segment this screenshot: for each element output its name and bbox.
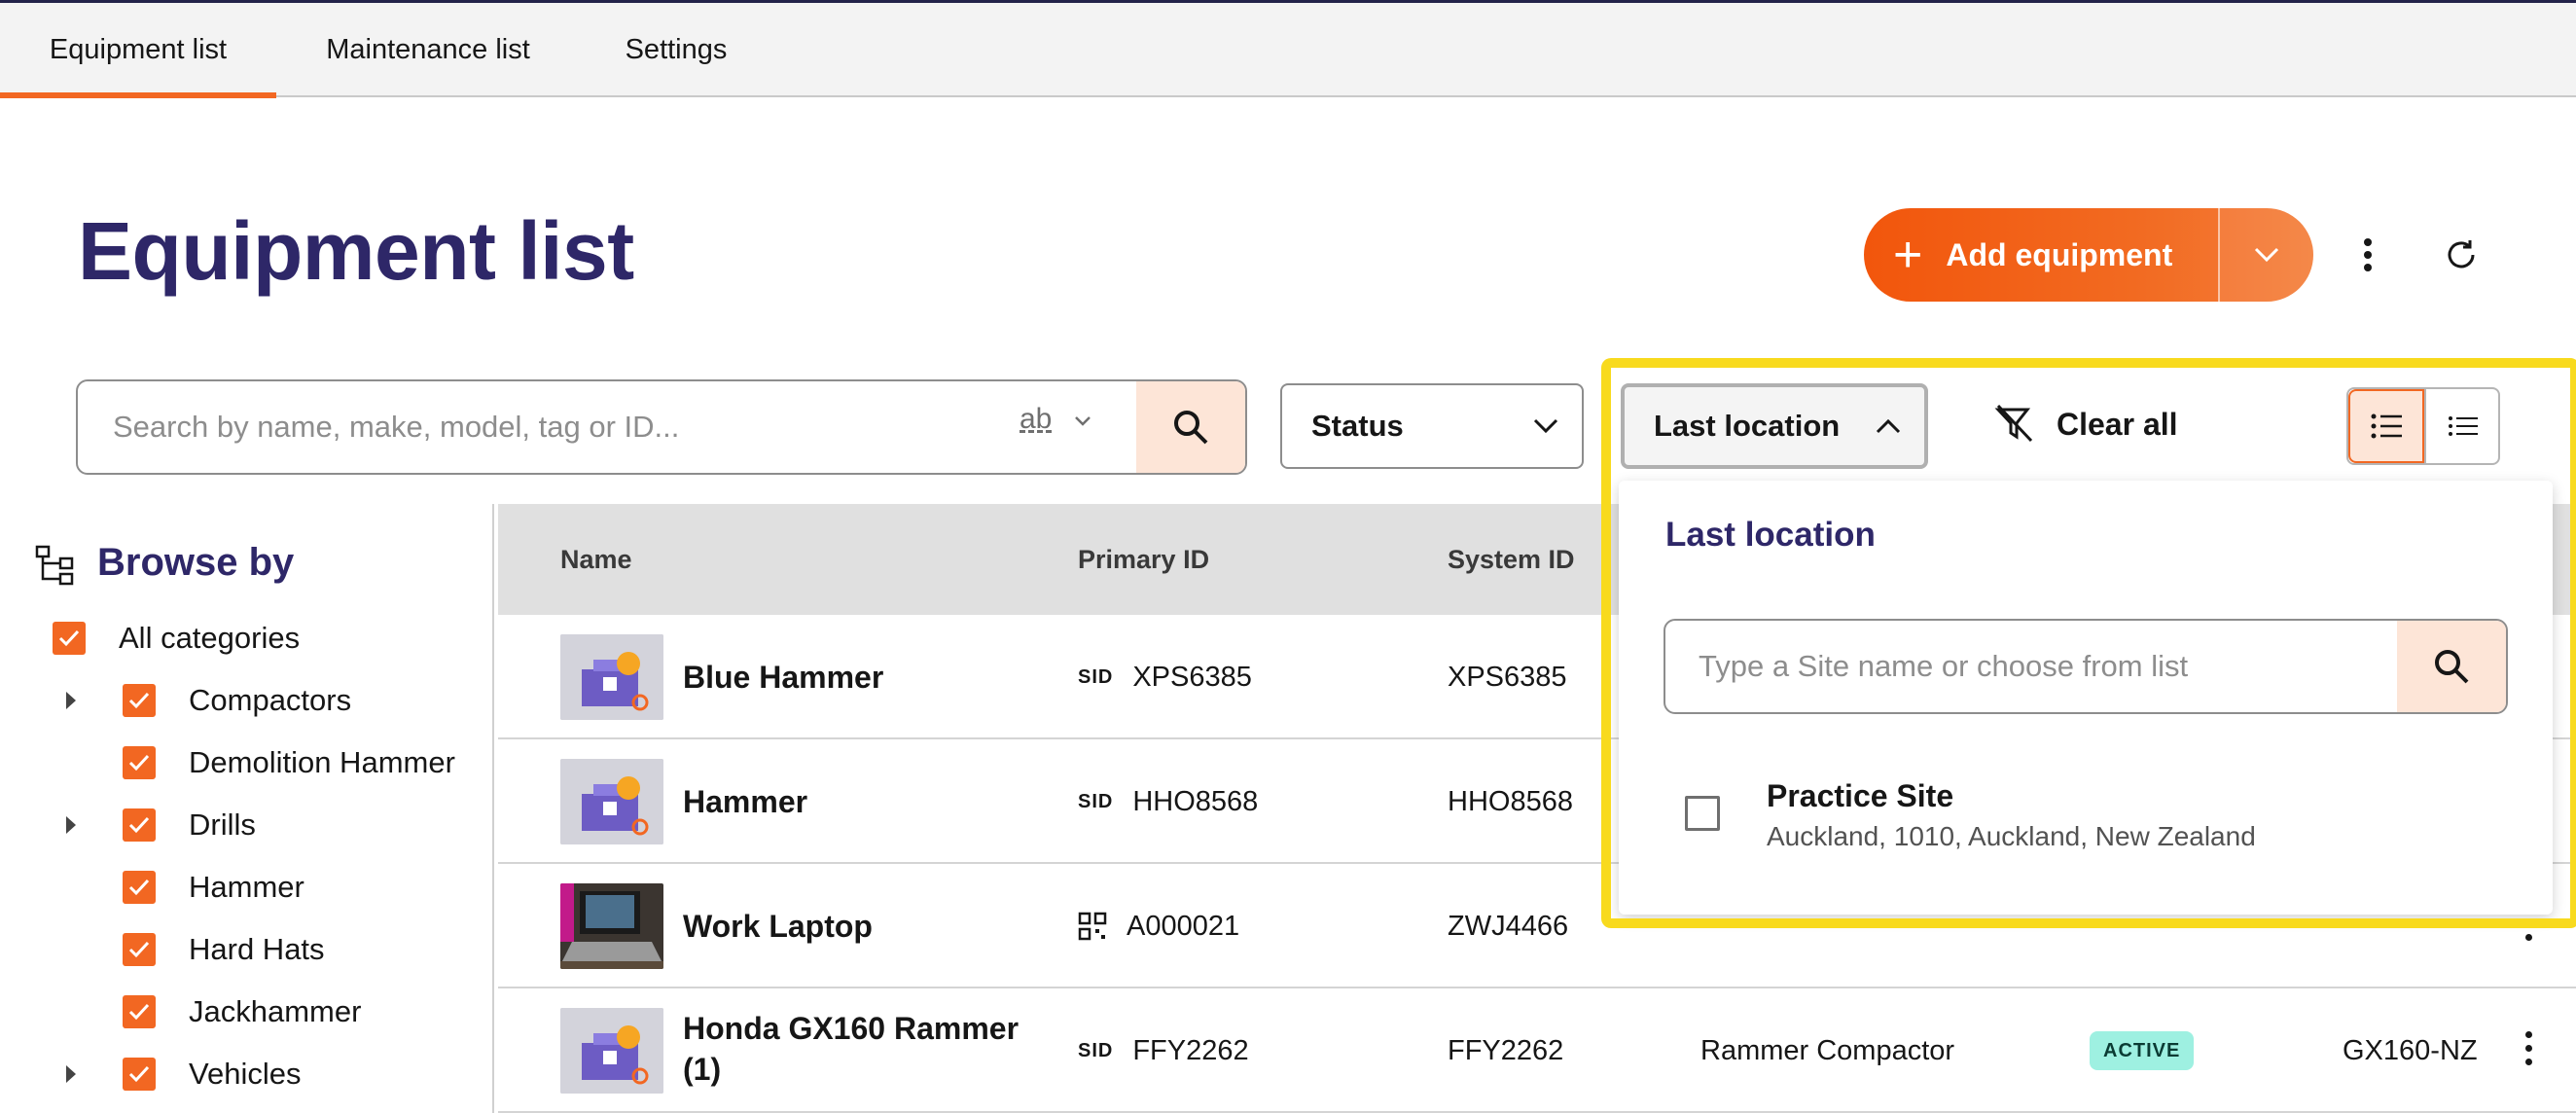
- search-input[interactable]: Search by name, make, model, tag or ID..…: [113, 381, 679, 473]
- more-options-button[interactable]: [2348, 228, 2387, 282]
- primary-id: SID FFY2262: [1078, 988, 1249, 1113]
- category-drills[interactable]: Drills: [123, 806, 256, 844]
- plus-icon: +: [1893, 227, 1923, 283]
- category-hammer[interactable]: Hammer: [123, 868, 304, 907]
- expand-icon[interactable]: [66, 692, 76, 709]
- equipment-placeholder-image: [560, 634, 663, 720]
- search-button[interactable]: [1136, 381, 1245, 473]
- expand-icon[interactable]: [66, 816, 76, 834]
- system-id: FFY2262: [1448, 1035, 1564, 1066]
- primary-id: SID XPS6385: [1078, 615, 1252, 739]
- column-header-system-id[interactable]: System ID: [1448, 504, 1575, 615]
- laptop-photo: [560, 883, 663, 969]
- checkbox-checked-icon: [123, 995, 156, 1028]
- tab-settings[interactable]: Settings: [593, 3, 759, 98]
- table-row[interactable]: Honda GX160 Rammer (1) SID FFY2262 FFY226…: [498, 988, 2576, 1113]
- qr-code-icon: [1078, 912, 1107, 941]
- primary-id-value: FFY2262: [1132, 1035, 1249, 1066]
- sid-icon: SID: [1078, 1040, 1114, 1061]
- primary-id: A000021: [1078, 864, 1239, 988]
- add-equipment-button[interactable]: + Add equipment: [1864, 208, 2218, 302]
- system-id: XPS6385: [1448, 662, 1567, 693]
- primary-id-value: A000021: [1127, 911, 1240, 942]
- category-compactors[interactable]: Compactors: [123, 681, 351, 720]
- category-label: Hammer: [189, 870, 304, 904]
- system-id: HHO8568: [1448, 786, 1573, 817]
- category-vehicles[interactable]: Vehicles: [123, 1055, 301, 1094]
- status-badge: ACTIVE: [2090, 1031, 2195, 1070]
- equipment-name-line2: (1): [683, 1052, 722, 1087]
- equipment-name[interactable]: Honda GX160 Rammer (1): [683, 1008, 1019, 1090]
- tab-maintenance-list[interactable]: Maintenance list: [292, 3, 564, 98]
- column-header-primary-id[interactable]: Primary ID: [1078, 504, 1209, 615]
- category-label: Jackhammer: [189, 994, 362, 1028]
- top-nav: Equipment list Maintenance list Settings: [0, 0, 2576, 98]
- chevron-down-icon: [1075, 416, 1091, 426]
- category-hard-hats[interactable]: Hard Hats: [123, 930, 325, 969]
- primary-id-value: XPS6385: [1132, 662, 1252, 693]
- equipment-name[interactable]: Blue Hammer: [683, 657, 883, 698]
- expand-icon[interactable]: [66, 1065, 76, 1083]
- category-label: Hard Hats: [189, 932, 325, 966]
- sid-icon: SID: [1078, 666, 1114, 688]
- category-label: Drills: [189, 808, 256, 842]
- category-demolition-hammer[interactable]: Demolition Hammer: [123, 743, 455, 782]
- tab-equipment-list[interactable]: Equipment list: [0, 3, 276, 98]
- page-title: Equipment list: [78, 205, 634, 297]
- equipment-placeholder-image: [560, 759, 663, 844]
- column-header-name[interactable]: Name: [560, 504, 632, 615]
- highlight-box: [1601, 358, 2576, 928]
- checkbox-checked-icon: [123, 808, 156, 842]
- refresh-icon: [2448, 240, 2475, 269]
- add-options-button[interactable]: [2218, 208, 2313, 302]
- search-field: Search by name, make, model, tag or ID..…: [76, 379, 1247, 475]
- browse-by-title: Browse by: [97, 541, 295, 584]
- category-label: Demolition Hammer: [189, 745, 455, 779]
- hierarchy-icon: [35, 545, 74, 586]
- add-equipment-button-group: + Add equipment: [1864, 208, 2313, 302]
- checkbox-checked-icon: [53, 622, 86, 655]
- row-menu-icon[interactable]: [2525, 1031, 2535, 1072]
- chevron-down-icon: [2254, 247, 2279, 263]
- category-label: Vehicles: [189, 1057, 302, 1091]
- checkbox-checked-icon: [123, 746, 156, 779]
- sid-icon: SID: [1078, 791, 1114, 812]
- refresh-button[interactable]: [2440, 232, 2483, 278]
- primary-id-value: HHO8568: [1132, 786, 1259, 817]
- category-label: Compactors: [189, 683, 352, 717]
- checkbox-checked-icon: [123, 933, 156, 966]
- status-filter-label: Status: [1311, 409, 1404, 443]
- category-jackhammer[interactable]: Jackhammer: [123, 992, 361, 1031]
- status-filter[interactable]: Status: [1280, 383, 1584, 469]
- chevron-down-icon: [1533, 418, 1558, 434]
- equipment-placeholder-image: [560, 1008, 663, 1094]
- checkbox-checked-icon: [123, 684, 156, 717]
- checkbox-checked-icon: [123, 871, 156, 904]
- category-cell: Rammer Compactor: [1700, 1035, 1955, 1066]
- equipment-name[interactable]: Hammer: [683, 781, 807, 822]
- category-label: All categories: [119, 621, 301, 655]
- equipment-name[interactable]: Work Laptop: [683, 906, 873, 947]
- search-icon: [1174, 411, 1208, 445]
- system-id: ZWJ4466: [1448, 911, 1569, 942]
- primary-id: SID HHO8568: [1078, 739, 1258, 864]
- add-equipment-label: Add equipment: [1946, 236, 2173, 272]
- search-mode-toggle[interactable]: ab: [1020, 403, 1092, 436]
- text-match-icon: ab: [1020, 403, 1053, 435]
- equipment-name-line1: Honda GX160 Rammer: [683, 1011, 1020, 1046]
- checkbox-checked-icon: [123, 1058, 156, 1091]
- model-cell: GX160-NZ: [2343, 1035, 2478, 1066]
- category-all[interactable]: All categories: [53, 619, 300, 658]
- kebab-icon: [2364, 238, 2372, 271]
